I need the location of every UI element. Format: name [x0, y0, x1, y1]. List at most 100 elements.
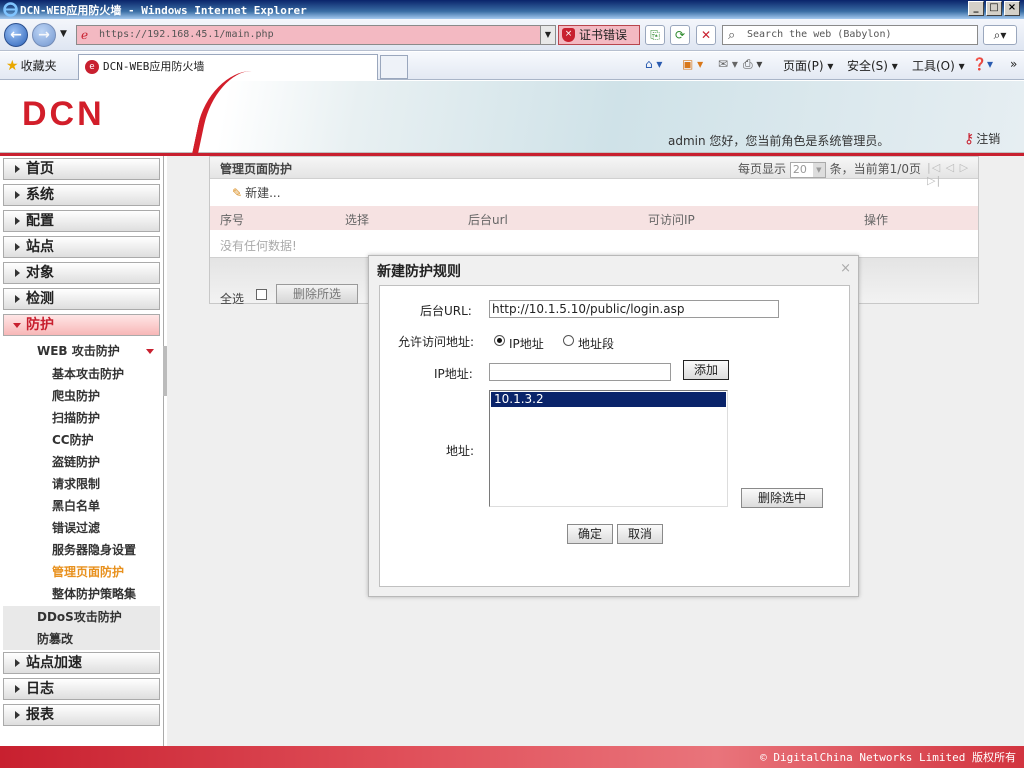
caret-right-icon: [15, 191, 20, 199]
caret-right-icon: [15, 269, 20, 277]
ip-address-input[interactable]: [489, 363, 671, 381]
address-listbox[interactable]: 10.1.3.2: [489, 390, 728, 507]
stop-icon[interactable]: ✕: [696, 25, 716, 45]
sidebar-item-protection[interactable]: 防护: [3, 314, 160, 336]
sidebar-item-acceleration[interactable]: 站点加速: [3, 652, 160, 674]
feeds-icon[interactable]: ▣ ▾: [682, 57, 703, 71]
safety-menu[interactable]: 安全(S) ▾: [847, 57, 898, 74]
sidebar-item-label: 日志: [26, 681, 54, 697]
page-footer: © DigitalChina Networks Limited 版权所有: [0, 746, 1024, 768]
new-rule-label: 新建...: [245, 186, 281, 200]
brand-logo: DCN: [22, 95, 105, 133]
sidebar-leaf-cc[interactable]: CC防护: [52, 431, 94, 448]
sidebar-leaf-hotlink[interactable]: 盗链防护: [52, 453, 100, 470]
chevron-more-icon[interactable]: »: [1010, 57, 1017, 71]
forward-button[interactable]: →: [32, 23, 56, 47]
tools-menu[interactable]: 工具(O) ▾: [912, 57, 965, 74]
address-dropdown-icon[interactable]: ▼: [540, 26, 555, 44]
caret-down-icon: [146, 349, 154, 354]
ip-address-radio[interactable]: [494, 335, 505, 346]
column-header: 选择: [345, 213, 370, 227]
sidebar-item-label: 配置: [26, 213, 54, 229]
add-button[interactable]: 添加: [683, 360, 729, 380]
search-icon: ⌕: [728, 28, 736, 43]
address-input[interactable]: ℯ https://192.168.45.1/main.php ▼: [76, 25, 556, 45]
print-icon[interactable]: ⎙ ▾: [743, 57, 762, 72]
welcome-text: admin 您好，您当前角色是系统管理员。: [668, 134, 890, 148]
panel-header: 管理页面防护 每页显示 20 条，当前第1/0页 |◁ ◁ ▷ ▷|: [210, 157, 978, 187]
favorites-button[interactable]: ★ 收藏夹: [6, 57, 57, 74]
sidebar-leaf-request-limit[interactable]: 请求限制: [52, 475, 100, 492]
list-item[interactable]: 10.1.3.2: [491, 392, 726, 407]
sidebar: 首页 系统 配置 站点 对象 检测 防护 WEB 攻击防护 基本攻击防护 爬虫防…: [0, 156, 164, 746]
sidebar-leaf-admin-page[interactable]: 管理页面防护: [52, 563, 124, 580]
sidebar-item-logs[interactable]: 日志: [3, 678, 160, 700]
sidebar-item-system[interactable]: 系统: [3, 184, 160, 206]
favorites-bar: ★ 收藏夹 e DCN-WEB应用防火墙 ⌂ ▾ ▣ ▾ ✉ ▾ ⎙ ▾ 页面(P…: [0, 52, 1024, 80]
sidebar-item-detection[interactable]: 检测: [3, 288, 160, 310]
sidebar-group-web-attack[interactable]: WEB 攻击防护: [3, 340, 160, 362]
cert-error-button[interactable]: × 证书错误: [558, 25, 640, 45]
browser-tab[interactable]: e DCN-WEB应用防火墙: [78, 54, 378, 80]
maximize-button[interactable]: □: [986, 1, 1002, 16]
dialog-title: 新建防护规则: [377, 264, 461, 280]
logout-link[interactable]: ⚷ 注销: [964, 130, 1000, 147]
pager-nav-icons[interactable]: |◁ ◁ ▷ ▷|: [927, 161, 978, 187]
sidebar-leaf-policy-set[interactable]: 整体防护策略集: [52, 585, 136, 602]
header-banner: DCN admin 您好，您当前角色是系统管理员。 ⚷ 注销: [0, 71, 1024, 161]
sidebar-leaf-error-filter[interactable]: 错误过滤: [52, 519, 100, 536]
caret-right-icon: [15, 217, 20, 225]
page-size-select[interactable]: 20: [789, 161, 826, 178]
logout-label: 注销: [976, 132, 1001, 146]
new-rule-button[interactable]: ✎ 新建...: [232, 184, 281, 201]
sidebar-item-label: 检测: [26, 291, 54, 307]
column-header: 序号: [220, 213, 245, 227]
new-tab-button[interactable]: [380, 55, 408, 79]
select-all-checkbox[interactable]: [256, 289, 267, 300]
sidebar-leaf-scan[interactable]: 扫描防护: [52, 409, 100, 426]
sidebar-item-reports[interactable]: 报表: [3, 704, 160, 726]
minimize-button[interactable]: _: [968, 1, 984, 16]
close-window-button[interactable]: ×: [1004, 1, 1020, 16]
page-menu-label: 页面(P): [783, 59, 824, 73]
sidebar-item-home[interactable]: 首页: [3, 158, 160, 180]
sidebar-item-config[interactable]: 配置: [3, 210, 160, 232]
address-range-radio[interactable]: [563, 335, 574, 346]
backend-url-input[interactable]: http://10.1.5.10/public/login.asp: [489, 300, 779, 318]
delete-selected-address-button[interactable]: 删除选中: [741, 488, 823, 508]
search-input[interactable]: ⌕ Search the web (Babylon): [722, 25, 978, 45]
sidebar-leaf-blacklist[interactable]: 黑白名单: [52, 497, 100, 514]
sidebar-group-ddos[interactable]: DDoS攻击防护: [3, 606, 160, 628]
allowed-address-label: 允许访问地址:: [398, 335, 475, 349]
pencil-icon: ✎: [232, 186, 243, 200]
sidebar-leaf-basic-attack[interactable]: 基本攻击防护: [52, 365, 124, 382]
sidebar-item-sites[interactable]: 站点: [3, 236, 160, 258]
mail-icon[interactable]: ✉ ▾: [718, 57, 738, 71]
refresh-icon[interactable]: ⟳: [670, 25, 690, 45]
search-go-button[interactable]: ⌕▾: [983, 25, 1017, 45]
new-rule-dialog: 新建防护规则 × 后台URL: http://10.1.5.10/public/…: [368, 255, 859, 597]
column-header: 后台url: [468, 213, 508, 227]
delete-selected-button[interactable]: 删除所选: [276, 284, 358, 304]
ip-address-label: IP地址:: [434, 367, 473, 381]
caret-down-icon: [13, 323, 21, 328]
star-icon: ★: [6, 58, 19, 74]
select-all-label: 全选: [220, 292, 245, 306]
address-toolbar: ← → ▼ ℯ https://192.168.45.1/main.php ▼ …: [0, 19, 1024, 51]
page-menu[interactable]: 页面(P) ▾: [783, 57, 833, 74]
cancel-button[interactable]: 取消: [617, 524, 663, 544]
pager: 每页显示 20 条，当前第1/0页: [738, 160, 921, 178]
home-icon[interactable]: ⌂ ▾: [645, 57, 662, 71]
sidebar-leaf-crawler[interactable]: 爬虫防护: [52, 387, 100, 404]
back-button[interactable]: ←: [4, 23, 28, 47]
sidebar-group-anti-tamper[interactable]: 防篡改: [3, 628, 160, 650]
close-icon[interactable]: ×: [840, 261, 851, 276]
sidebar-leaf-server-cloak[interactable]: 服务器隐身设置: [52, 541, 136, 558]
ok-button[interactable]: 确定: [567, 524, 613, 544]
backend-url-label: 后台URL:: [420, 304, 472, 318]
help-icon[interactable]: ❓▾: [972, 57, 993, 71]
history-dropdown-icon[interactable]: ▼: [60, 29, 67, 39]
sidebar-item-objects[interactable]: 对象: [3, 262, 160, 284]
key-icon: ⚷: [964, 131, 975, 147]
compat-view-icon[interactable]: ⎘: [645, 25, 665, 45]
